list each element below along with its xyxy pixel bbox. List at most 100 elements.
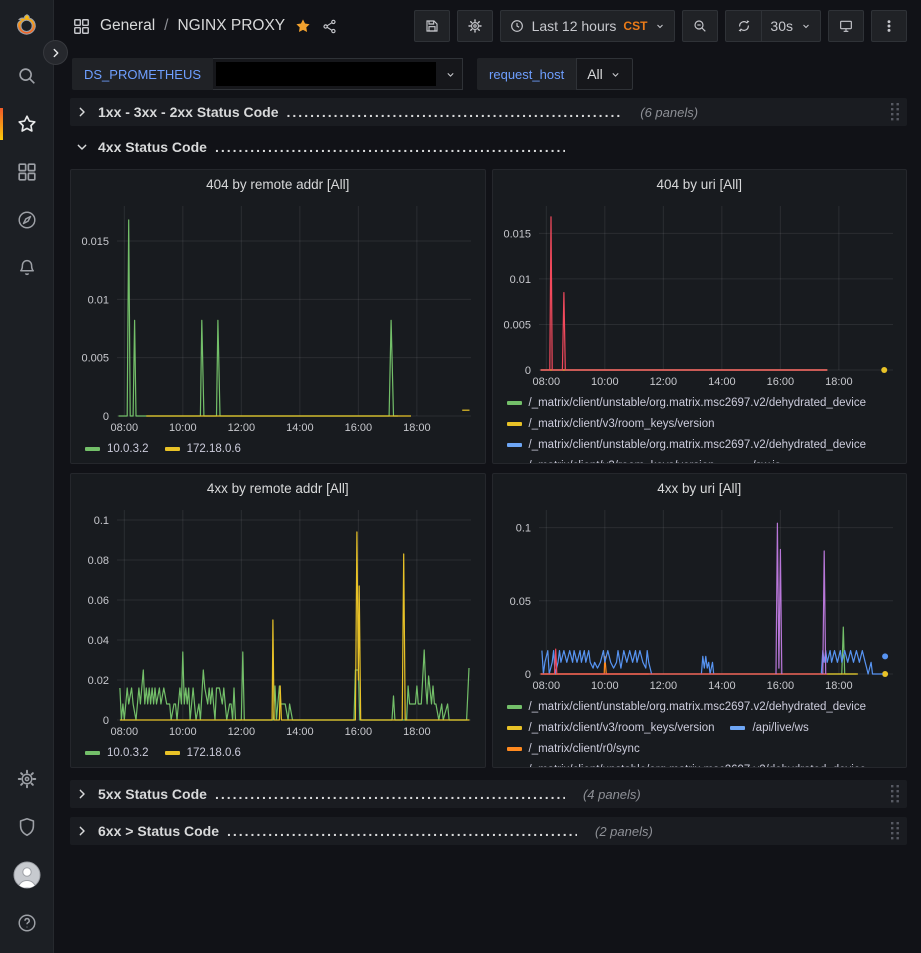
panel-title[interactable]: 404 by uri [All] xyxy=(497,170,903,198)
svg-text:0.01: 0.01 xyxy=(509,274,530,286)
dashboard-grid-icon xyxy=(72,17,91,36)
refresh-icon xyxy=(736,18,752,34)
svg-text:12:00: 12:00 xyxy=(649,680,677,692)
drag-dots-icon xyxy=(890,821,901,842)
panel-title[interactable]: 4xx by uri [All] xyxy=(497,474,903,502)
request-host-label[interactable]: request_host xyxy=(477,58,576,90)
legend-item[interactable]: /_matrix/client/unstable/org.matrix.msc2… xyxy=(507,696,867,717)
row-1xx-3xx-2xx-status-code[interactable]: 1xx - 3xx - 2xx Status Code ............… xyxy=(70,98,907,126)
sidebar-expand-button[interactable] xyxy=(43,40,68,65)
panel-404-by-remote-addr: 404 by remote addr [All] 08:0010:0012:00… xyxy=(70,169,486,464)
favorite-star-icon[interactable] xyxy=(294,17,312,35)
svg-text:0.015: 0.015 xyxy=(503,228,531,240)
row-6xx-status-code[interactable]: 6xx > Status Code ......................… xyxy=(70,817,907,845)
row-title-dots: ........................................… xyxy=(215,139,565,155)
sidebar-item-dashboards[interactable] xyxy=(0,148,54,196)
datasource-value-redacted xyxy=(216,62,436,86)
legend-item[interactable]: /_matrix/client/unstable/org.matrix.msc2… xyxy=(507,759,867,768)
more-options-button[interactable] xyxy=(871,10,907,42)
grafana-logo-icon xyxy=(14,13,40,39)
datasource-label[interactable]: DS_PROMETHEUS xyxy=(72,58,213,90)
svg-text:0.015: 0.015 xyxy=(81,236,109,248)
row-drag-handle[interactable] xyxy=(890,784,901,805)
legend-label: /_matrix/client/unstable/org.matrix.msc2… xyxy=(529,764,867,769)
kebab-menu-icon xyxy=(881,18,897,34)
legend-item[interactable]: /_matrix/client/v3/room_keys/version xyxy=(507,717,715,738)
datasource-select[interactable] xyxy=(213,58,463,90)
refresh-interval-picker[interactable]: 30s xyxy=(761,10,821,42)
drag-dots-icon xyxy=(890,102,901,123)
legend-item[interactable]: 172.18.0.6 xyxy=(165,742,241,763)
timeseries-chart[interactable]: 08:0010:0012:0014:0016:0018:0000.0050.01… xyxy=(497,198,903,390)
row-title: 1xx - 3xx - 2xx Status Code xyxy=(98,104,279,120)
row-4xx-status-code[interactable]: 4xx Status Code ........................… xyxy=(74,135,907,159)
star-icon xyxy=(16,113,38,135)
row-drag-handle[interactable] xyxy=(890,821,901,842)
share-icon[interactable] xyxy=(321,18,338,35)
legend-swatch xyxy=(165,447,180,451)
legend-item[interactable]: /_matrix/client/v3/room_keys/version xyxy=(507,413,715,434)
dashboard-header: General / NGINX PROXY xyxy=(54,0,921,52)
legend-swatch xyxy=(730,726,745,730)
panel-legend: 10.0.3.2 172.18.0.6 xyxy=(75,740,481,767)
legend-swatch xyxy=(85,447,100,451)
save-dashboard-button[interactable] xyxy=(414,10,450,42)
svg-text:12:00: 12:00 xyxy=(228,422,256,434)
legend-item[interactable]: /_matrix/client/unstable/org.matrix.msc2… xyxy=(507,434,867,455)
timeseries-chart[interactable]: 08:0010:0012:0014:0016:0018:0000.050.1 xyxy=(497,502,903,694)
save-icon xyxy=(424,18,440,34)
sidebar-item-profile[interactable] xyxy=(0,851,54,899)
svg-text:12:00: 12:00 xyxy=(228,726,256,738)
svg-text:10:00: 10:00 xyxy=(591,680,619,692)
svg-text:14:00: 14:00 xyxy=(286,422,314,434)
svg-text:08:00: 08:00 xyxy=(532,376,560,388)
legend-item[interactable]: /_matrix/client/r0/sync xyxy=(507,738,640,759)
time-range-label: Last 12 hours xyxy=(532,18,617,34)
legend-item[interactable]: /_matrix/client/v3/room_keys/version xyxy=(507,455,715,464)
chevron-down-icon xyxy=(444,68,457,81)
legend-item[interactable]: 10.0.3.2 xyxy=(85,438,149,459)
svg-text:12:00: 12:00 xyxy=(649,376,677,388)
timezone-label: CST xyxy=(623,19,647,33)
request-host-value: All xyxy=(587,66,603,82)
legend-swatch xyxy=(507,747,522,751)
timeseries-chart[interactable]: 08:0010:0012:0014:0016:0018:0000.020.040… xyxy=(75,502,481,740)
row-title-dots: ........................................… xyxy=(287,104,623,120)
legend-item[interactable]: /api/live/ws xyxy=(730,717,808,738)
refresh-button[interactable] xyxy=(725,10,761,42)
svg-text:0.06: 0.06 xyxy=(88,595,109,607)
svg-text:0.005: 0.005 xyxy=(81,353,109,365)
legend-label: /_matrix/client/unstable/org.matrix.msc2… xyxy=(529,701,867,713)
row-title-dots: ........................................… xyxy=(227,823,577,839)
svg-text:16:00: 16:00 xyxy=(345,726,373,738)
svg-text:0: 0 xyxy=(103,715,109,727)
drag-dots-icon xyxy=(890,784,901,805)
sidebar-item-explore[interactable] xyxy=(0,196,54,244)
sidebar-item-alerting[interactable] xyxy=(0,244,54,292)
panel-title[interactable]: 4xx by remote addr [All] xyxy=(75,474,481,502)
legend-swatch xyxy=(507,443,522,447)
request-host-select[interactable]: All xyxy=(576,58,633,90)
panel-title[interactable]: 404 by remote addr [All] xyxy=(75,170,481,198)
sidebar-item-starred[interactable] xyxy=(0,100,54,148)
cycle-view-mode-button[interactable] xyxy=(828,10,864,42)
breadcrumb-section[interactable]: General xyxy=(100,17,155,35)
row-panel-count: (4 panels) xyxy=(583,787,641,802)
legend-item[interactable]: 172.18.0.6 xyxy=(165,438,241,459)
sidebar-item-configuration[interactable] xyxy=(0,755,54,803)
timeseries-chart[interactable]: 08:0010:0012:0014:0016:0018:0000.0050.01… xyxy=(75,198,481,436)
sidebar-item-server-admin[interactable] xyxy=(0,803,54,851)
panel-legend: 10.0.3.2 172.18.0.6 xyxy=(75,436,481,463)
zoom-out-button[interactable] xyxy=(682,10,718,42)
time-range-picker[interactable]: Last 12 hours CST xyxy=(500,10,676,42)
legend-item[interactable]: 10.0.3.2 xyxy=(85,742,149,763)
dashboard-settings-button[interactable] xyxy=(457,10,493,42)
refresh-interval-label: 30s xyxy=(770,18,793,34)
legend-item[interactable]: /_matrix/client/unstable/org.matrix.msc2… xyxy=(507,392,867,413)
compass-icon xyxy=(16,209,38,231)
legend-item[interactable]: /sw.js xyxy=(730,455,780,464)
sidebar-item-help[interactable] xyxy=(0,899,54,947)
svg-text:18:00: 18:00 xyxy=(825,376,853,388)
row-drag-handle[interactable] xyxy=(890,102,901,123)
row-5xx-status-code[interactable]: 5xx Status Code ........................… xyxy=(70,780,907,808)
